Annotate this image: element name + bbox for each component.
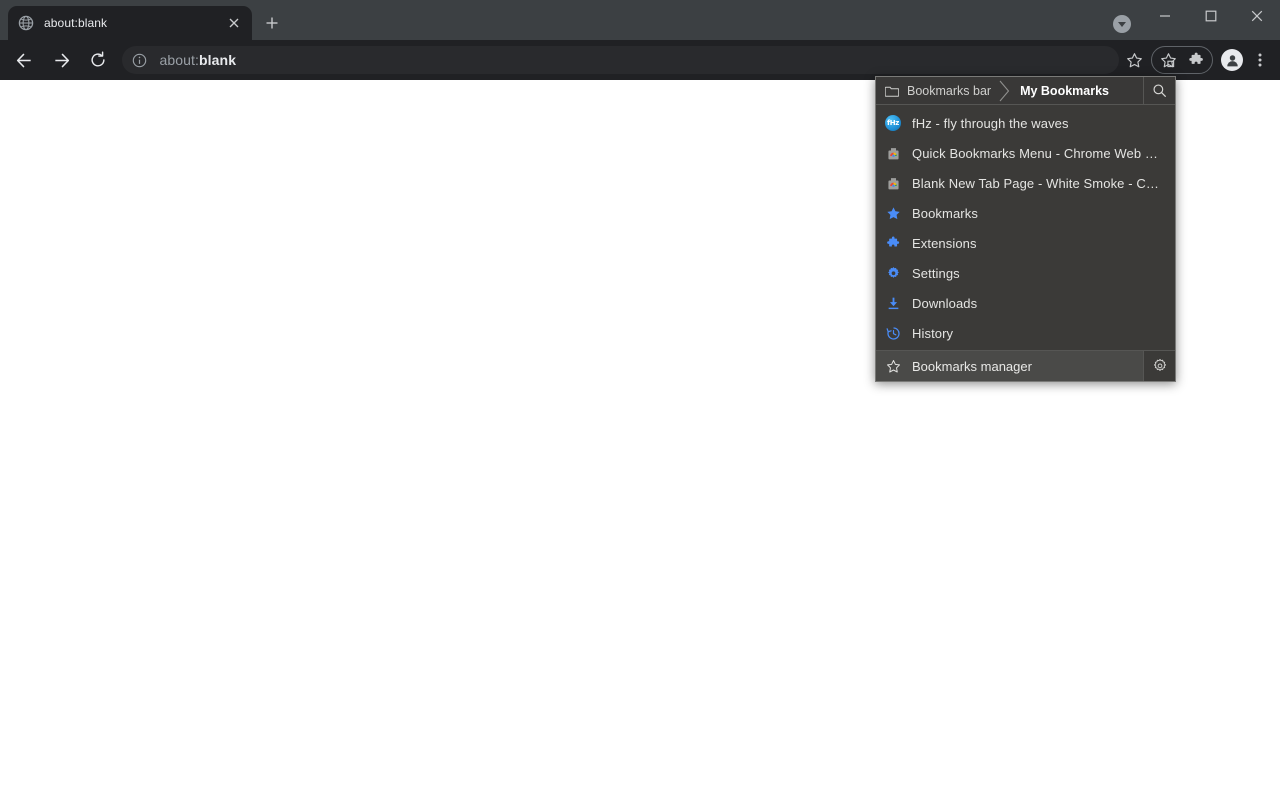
star-outline-icon (885, 358, 901, 374)
omnibox[interactable]: about:blank (121, 46, 1120, 74)
profile-avatar[interactable] (1221, 49, 1244, 71)
close-icon (1251, 10, 1263, 22)
bookmarks-search-button[interactable] (1143, 77, 1175, 104)
breadcrumb: Bookmarks bar My Bookmarks (876, 77, 1143, 104)
list-item-label: fHz - fly through the waves (912, 115, 1069, 131)
toolbar-actions (1151, 46, 1280, 74)
list-item-label: Downloads (912, 295, 978, 311)
puzzle-icon (885, 235, 901, 251)
side-panel-icon[interactable] (1154, 46, 1182, 74)
chevron-down-icon (1118, 21, 1126, 27)
list-item[interactable]: Bookmarks (876, 198, 1175, 228)
browser-toolbar: about:blank (0, 40, 1280, 80)
omnibox-scheme: about: (159, 52, 200, 68)
list-item[interactable]: Extensions (876, 228, 1175, 258)
bookmarks-list: fHz fHz - fly through the waves Quick Bo… (876, 105, 1175, 350)
chrome-web-store-favicon (885, 175, 901, 191)
list-item-label: History (912, 325, 954, 341)
download-icon (885, 295, 901, 311)
bookmarks-manager-button[interactable]: Bookmarks manager (876, 351, 1143, 381)
quick-bookmarks-popup: Bookmarks bar My Bookmarks fHz fHz - fly… (875, 76, 1176, 382)
arrow-right-icon (55, 53, 69, 67)
browser-window: about:blank about:blank Bookmarks bar My… (0, 0, 1280, 800)
list-item-label: Settings (912, 265, 960, 281)
popup-settings-button[interactable] (1143, 351, 1175, 381)
fhz-favicon: fHz (885, 115, 901, 131)
maximize-icon (1205, 10, 1217, 22)
tab-title: about:blank (44, 16, 108, 30)
list-item[interactable]: fHz fHz - fly through the waves (876, 108, 1175, 138)
list-item[interactable]: Blank New Tab Page - White Smoke - Chr..… (876, 168, 1175, 198)
breadcrumb-label: My Bookmarks (1020, 83, 1109, 98)
list-item[interactable]: History (876, 318, 1175, 348)
omnibox-host: blank (199, 52, 237, 68)
breadcrumb-item-my-bookmarks[interactable]: My Bookmarks (1012, 77, 1115, 104)
bookmarks-manager-label: Bookmarks manager (912, 358, 1032, 374)
list-item-label: Quick Bookmarks Menu - Chrome Web St... (912, 145, 1165, 161)
omnibox-text: about:blank (160, 52, 237, 68)
window-close-button[interactable] (1234, 0, 1280, 32)
window-maximize-button[interactable] (1188, 0, 1234, 32)
tab-strip: about:blank (0, 0, 1280, 40)
bookmark-star-icon[interactable] (1121, 47, 1147, 73)
list-item-label: Extensions (912, 235, 977, 251)
reload-icon (91, 51, 105, 67)
info-circle-icon[interactable] (131, 51, 149, 69)
list-item-label: Blank New Tab Page - White Smoke - Chr..… (912, 175, 1165, 191)
gear-icon (885, 265, 901, 281)
bookmarks-popup-footer: Bookmarks manager (876, 350, 1175, 381)
arrow-left-icon (17, 53, 31, 67)
window-controls (1142, 0, 1280, 32)
star-filled-icon (885, 205, 901, 221)
folder-icon (885, 85, 899, 97)
list-item-label: Bookmarks (912, 205, 978, 221)
breadcrumb-label: Bookmarks bar (907, 83, 992, 98)
window-minimize-button[interactable] (1142, 0, 1188, 32)
chrome-menu-icon[interactable] (1247, 46, 1273, 74)
list-item[interactable]: Settings (876, 258, 1175, 288)
list-item[interactable]: Quick Bookmarks Menu - Chrome Web St... (876, 138, 1175, 168)
chrome-web-store-favicon (885, 145, 901, 161)
plus-icon (266, 17, 278, 29)
bookmarks-popup-header: Bookmarks bar My Bookmarks (876, 77, 1175, 105)
gear-icon (1153, 358, 1166, 371)
new-tab-button[interactable] (258, 9, 286, 37)
toolbar-action-pill (1151, 46, 1214, 74)
search-icon (1153, 84, 1166, 97)
breadcrumb-separator-icon (997, 80, 1012, 102)
extensions-puzzle-icon[interactable] (1182, 46, 1210, 74)
tab-close-icon[interactable] (224, 13, 244, 33)
globe-icon (18, 15, 34, 31)
person-icon (1226, 54, 1238, 66)
forward-button[interactable] (48, 46, 76, 74)
back-button[interactable] (11, 46, 39, 74)
history-clock-icon (885, 325, 901, 341)
tab-search-button[interactable] (1113, 15, 1131, 33)
reload-button[interactable] (84, 46, 112, 74)
breadcrumb-item-bookmarks-bar[interactable]: Bookmarks bar (876, 77, 997, 104)
list-item[interactable]: Downloads (876, 288, 1175, 318)
tab-about-blank[interactable]: about:blank (8, 6, 252, 40)
minimize-icon (1160, 15, 1170, 17)
